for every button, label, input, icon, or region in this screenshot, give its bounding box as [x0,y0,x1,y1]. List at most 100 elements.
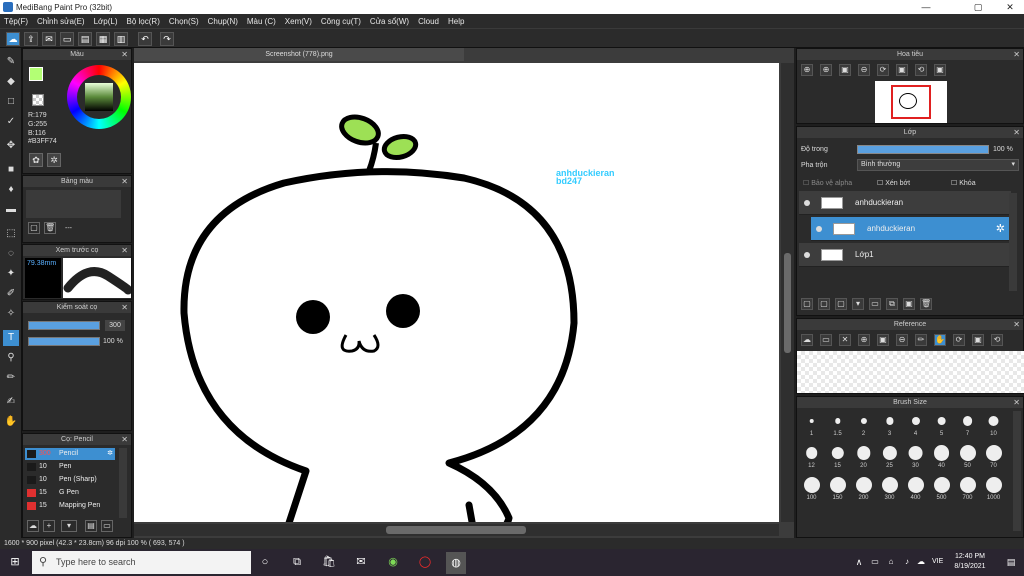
brush-menu-icon[interactable]: ▾ [61,520,77,532]
brush-size-cell[interactable]: 12 [799,441,824,471]
layer-row[interactable]: anhduckieran [799,191,1011,215]
comment-icon[interactable]: ✉ [42,32,56,46]
flip-icon[interactable]: ▣ [896,64,908,76]
brush-size-cell[interactable]: 50 [955,441,980,471]
brush-size-cell[interactable]: 500 [929,473,954,503]
close-icon[interactable]: ✕ [121,176,128,187]
open-folder-icon[interactable]: ▭ [820,334,832,346]
speech-icon[interactable]: ▭ [60,32,74,46]
brush-size-cell[interactable]: 4 [903,409,928,439]
merge-icon[interactable]: ▣ [903,298,915,310]
brush-size-cell[interactable]: 2 [851,409,876,439]
close-icon[interactable]: ✕ [1013,319,1020,330]
close-icon[interactable]: ✕ [121,302,128,313]
brush-size-slider[interactable] [28,321,100,330]
brush-size-cell[interactable]: 25 [877,441,902,471]
cloud-icon[interactable]: ☁ [6,32,20,46]
brush-size-cell[interactable]: 20 [851,441,876,471]
language-indicator[interactable]: VIE [932,558,943,565]
brush-size-cell[interactable]: 1000 [981,473,1006,503]
battery-icon[interactable]: ▭ [868,555,882,569]
notification-icon[interactable]: ▤ [1004,555,1018,569]
brush-size-cell[interactable]: 1.5 [825,409,850,439]
export-icon[interactable]: ⇪ [24,32,38,46]
close-icon[interactable]: ✕ [1013,397,1020,408]
zoom-out-icon[interactable]: ⊖ [896,334,908,346]
app-icon-green[interactable]: ◉ [386,555,400,569]
menu-edit[interactable]: Chỉnh sửa(E) [37,17,85,26]
text-tool-icon[interactable]: T [3,330,19,346]
brush-size-cell[interactable]: 100 [799,473,824,503]
brush-opacity-value[interactable]: 100 % [103,338,123,345]
brush-item[interactable]: 15 G Pen [25,487,115,499]
cloud-icon[interactable]: ☁ [801,334,813,346]
brush-item[interactable]: 10 Pen [25,461,115,473]
zoom-in-2-icon[interactable]: ⊕ [820,64,832,76]
clock[interactable]: 12:40 PM 8/19/2021 [948,552,992,572]
chevron-up-icon[interactable]: ∧ [852,555,866,569]
reset-icon[interactable]: ⟲ [991,334,1003,346]
new-raster-icon[interactable]: ▢ [818,298,830,310]
dropper-tool-icon[interactable]: ✏ [3,370,19,386]
menu-file[interactable]: Tệp(F) [4,17,28,26]
brush-size-cell[interactable]: 30 [903,441,928,471]
clipping-checkbox[interactable]: ☐ Xén bớt [877,179,910,187]
brush-item[interactable]: 15 Mapping Pen [25,500,115,512]
select-eraser-icon[interactable]: ✧ [3,306,19,322]
close-icon[interactable]: ✕ [1013,127,1020,138]
brush-size-cell[interactable]: 700 [955,473,980,503]
gear-icon[interactable]: ✲ [996,222,1005,235]
menu-tools[interactable]: Công cụ(T) [321,17,361,26]
saturation-box[interactable] [85,83,113,111]
close-button[interactable]: ✕ [996,0,1024,14]
visibility-icon[interactable] [804,252,810,258]
menu-view[interactable]: Xem(V) [285,17,312,26]
task-view-icon[interactable]: ⧉ [290,555,304,569]
menu-select[interactable]: Chọn(S) [169,17,199,26]
lock-checkbox[interactable]: ☐ Khóa [951,179,976,187]
brush-size-scrollbar[interactable] [1013,411,1021,531]
store-icon[interactable]: 🛍 [322,555,336,569]
add-brush-icon[interactable]: + [43,520,55,532]
navigator-thumbnail[interactable] [875,81,947,123]
fill-rect-icon[interactable]: ■ [3,162,19,178]
bucket-tool-icon[interactable]: ♦ [3,182,19,198]
layout-icon[interactable]: ▥ [114,32,128,46]
close-icon[interactable]: ✕ [121,434,128,445]
visibility-icon[interactable] [816,226,822,232]
menu-help[interactable]: Help [448,17,464,26]
zoom-in-icon[interactable]: ⊕ [858,334,870,346]
pen-tool-icon[interactable]: ✍ [3,394,19,410]
chrome-icon[interactable]: ◍ [446,552,466,574]
reference-view[interactable] [797,351,1024,393]
network-icon[interactable]: ⌂ [884,555,898,569]
visibility-icon[interactable] [804,200,810,206]
brush-size-cell[interactable]: 3 [877,409,902,439]
transparent-swatch[interactable] [32,94,44,106]
folder-icon[interactable]: ▭ [101,520,113,532]
grid-icon[interactable]: ▦ [96,32,110,46]
layer-row[interactable]: anhduckieran ✲ [811,217,1009,241]
zoom-in-icon[interactable]: ⊕ [801,64,813,76]
onedrive-icon[interactable]: ☁ [914,555,928,569]
minimize-button[interactable]: — [912,0,940,14]
rotate-icon[interactable]: ⟳ [877,64,889,76]
cortana-icon[interactable]: ○ [258,555,272,569]
hand-icon[interactable]: ✋ [934,334,946,346]
rotate-icon[interactable]: ⟳ [953,334,965,346]
mail-icon[interactable]: ✉ [354,555,368,569]
brush-size-cell[interactable]: 70 [981,441,1006,471]
menu-snap[interactable]: Chụp(N) [208,17,238,26]
duplicate-icon[interactable]: ⧉ [886,298,898,310]
brush-size-cell[interactable]: 400 [903,473,928,503]
brush-size-value[interactable]: 300 [105,320,125,331]
opera-icon[interactable]: ◯ [418,555,432,569]
trash-icon[interactable]: 🗑 [44,222,56,234]
palette-icon[interactable]: ✿ [29,153,43,167]
brush-item[interactable]: 300 Pencil ✲ [25,448,115,460]
horizontal-scrollbar[interactable] [134,524,779,536]
menu-color[interactable]: Màu (C) [247,17,276,26]
brush-item[interactable]: 10 Pen (Sharp) [25,474,115,486]
menu-cloud[interactable]: Cloud [418,17,439,26]
operation-tool-icon[interactable]: ⚲ [3,350,19,366]
